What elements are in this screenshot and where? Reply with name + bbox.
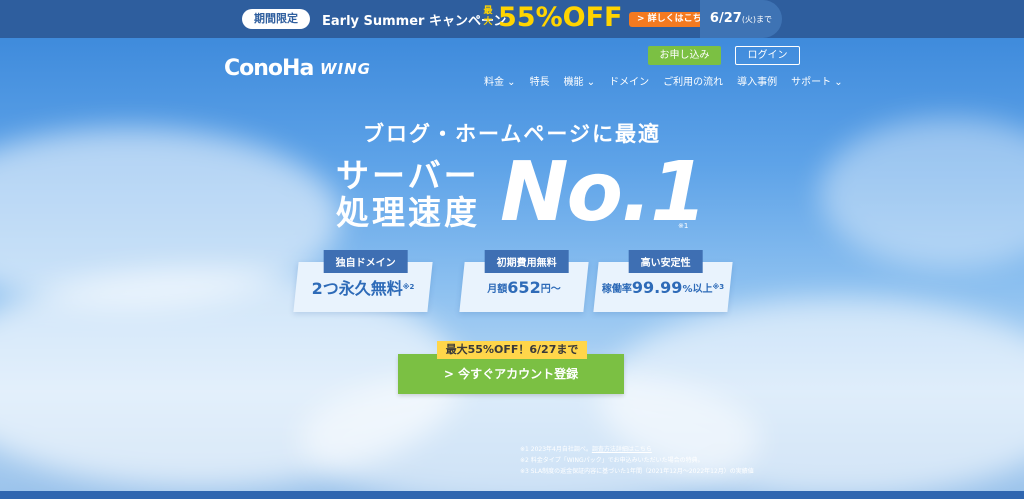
feature-prefix: 稼働率 bbox=[601, 283, 632, 295]
nav-item-cases[interactable]: 導入事例 bbox=[737, 73, 777, 88]
feature-note: ※2 bbox=[402, 283, 415, 291]
campaign-name: Early Summer キャンペーン bbox=[322, 14, 507, 29]
feature-prefix: 月額 bbox=[487, 283, 508, 295]
hero-title-line2: 処理速度 bbox=[336, 193, 480, 232]
no1-heading: No.1 bbox=[500, 145, 707, 240]
nav-item-flow[interactable]: ご利用の流れ bbox=[663, 73, 723, 88]
feature-value: 2つ永久無料 ※2 bbox=[296, 262, 430, 312]
wing-logo-text: WING bbox=[320, 60, 371, 78]
campaign-banner[interactable]: 期間限定 Early Summer キャンペーン 最大 55%OFF > 詳しく… bbox=[0, 0, 1024, 38]
footnotes: ※1 2023年4月自社調べ。調査方法詳細はこちら ※2 料金タイプ「WINGパ… bbox=[520, 444, 754, 477]
hero-title-line1: サーバー bbox=[336, 156, 480, 195]
apply-button[interactable]: お申し込み bbox=[648, 46, 721, 65]
max-label: 最大 bbox=[483, 6, 493, 27]
feature-note: ※3 bbox=[712, 283, 725, 291]
conoha-logo[interactable]: ConoHa bbox=[224, 56, 314, 81]
discount-text: 55%OFF bbox=[498, 2, 623, 33]
footnote-3: ※3 SLA制度の返金保証内容に基づいた1年間（2021年12月〜2022年12… bbox=[520, 468, 754, 475]
nav-item-functions[interactable]: 機能 ⌄ bbox=[564, 73, 596, 88]
feature-suffix: %以上 bbox=[682, 283, 713, 295]
main-nav: 料金 ⌄ 特長 機能 ⌄ ドメイン ご利用の流れ 導入事例 サポート ⌄ bbox=[484, 73, 843, 88]
feature-card-domain: 独自ドメイン 2つ永久無料 ※2 bbox=[293, 250, 433, 312]
footnote-2: ※2 料金タイプ「WINGパック」でお申込みいただいた場合の特典。 bbox=[520, 457, 704, 464]
login-button[interactable]: ログイン bbox=[735, 46, 800, 65]
feature-main: 99.99 bbox=[631, 277, 683, 297]
feature-value: 稼働率 99.99 %以上 ※3 bbox=[596, 262, 730, 312]
footnote-1: ※1 2023年4月自社調べ。調査方法詳細はこちら bbox=[520, 444, 754, 455]
signup-cta-button[interactable]: > 今すぐアカウント登録 bbox=[398, 354, 624, 394]
feature-main: 652 bbox=[507, 277, 541, 297]
feature-value: 月額 652 円〜 bbox=[462, 262, 586, 312]
campaign-date-sub: (火)まで bbox=[741, 15, 773, 24]
campaign-date-main: 6/27 bbox=[709, 11, 742, 26]
nav-item-features[interactable]: 特長 bbox=[530, 73, 550, 88]
bottom-strip bbox=[0, 491, 1024, 499]
feature-suffix: 円〜 bbox=[540, 283, 561, 295]
feature-card-stability: 高い安定性 稼働率 99.99 %以上 ※3 bbox=[593, 250, 733, 312]
nav-item-pricing[interactable]: 料金 ⌄ bbox=[484, 73, 516, 88]
hero-subheading: ブログ・ホームページに最適 bbox=[363, 122, 661, 146]
cta-discount-badge: 最大55%OFF！6/27まで bbox=[437, 341, 587, 359]
hero-title-lines: サーバー 処理速度 bbox=[336, 157, 480, 231]
nav-item-support[interactable]: サポート ⌄ bbox=[791, 73, 843, 88]
footnote-mark-1: ※1 bbox=[678, 222, 689, 230]
campaign-end-date: 6/27(火)まで bbox=[700, 0, 782, 38]
feature-card-initial-cost: 初期費用無料 月額 652 円〜 bbox=[459, 250, 589, 312]
nav-item-domain[interactable]: ドメイン bbox=[609, 73, 649, 88]
limited-time-tag: 期間限定 bbox=[242, 9, 310, 29]
footnote-1-text: ※1 2023年4月自社調べ。 bbox=[520, 446, 592, 453]
feature-main: 2つ永久無料 bbox=[311, 279, 403, 298]
survey-detail-link[interactable]: 調査方法詳細はこちら bbox=[592, 446, 652, 453]
